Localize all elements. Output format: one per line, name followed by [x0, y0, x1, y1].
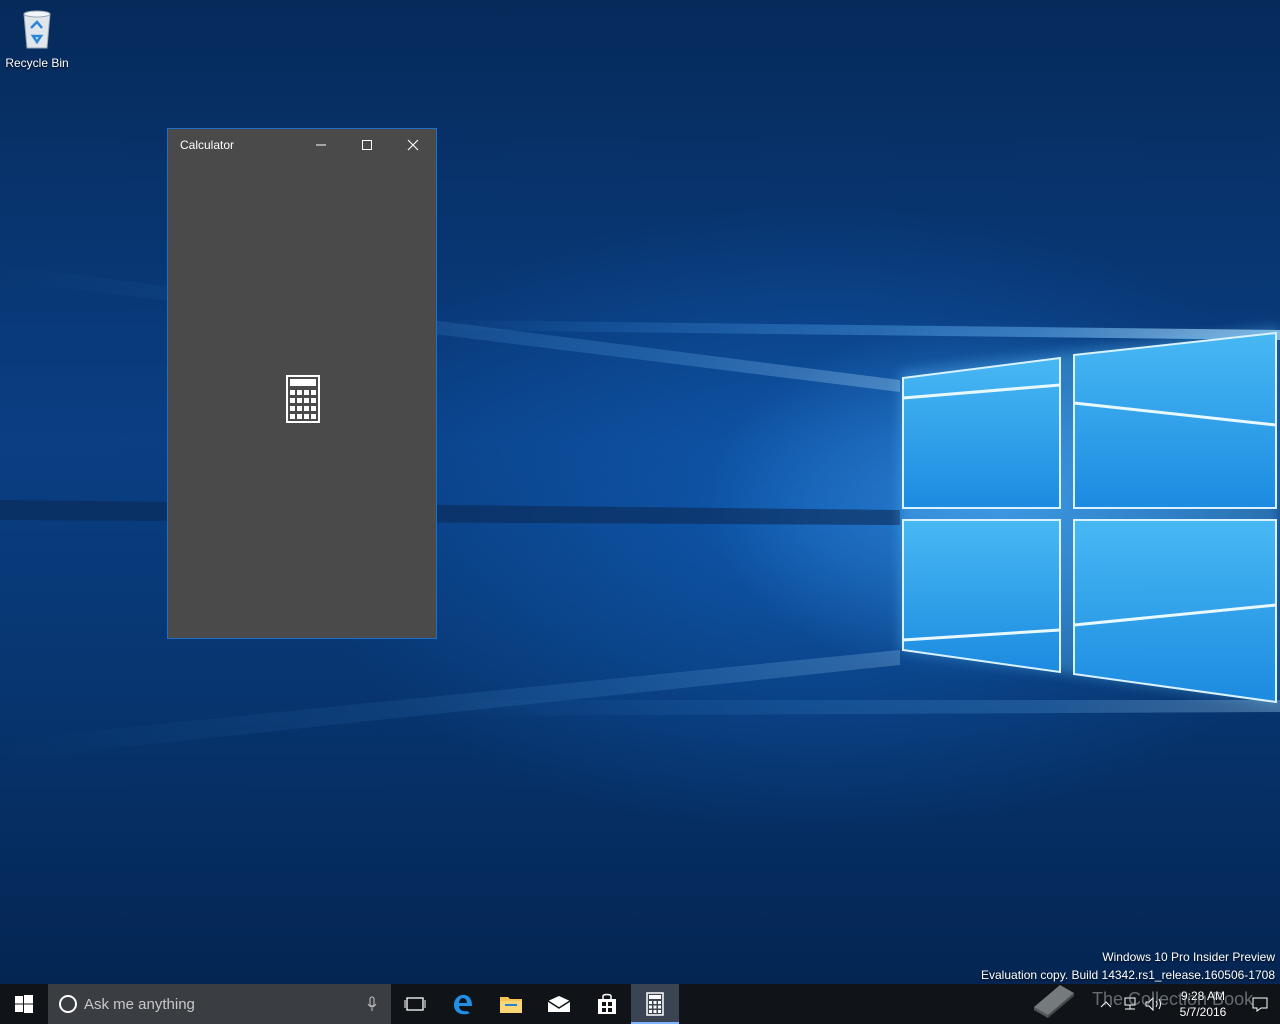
system-tray: 9:28 AM 5/7/2016: [1094, 984, 1280, 1024]
taskbar: Ask me anything 9:28 AM 5/7/2016: [0, 984, 1280, 1024]
clock-time: 9:28 AM: [1180, 989, 1226, 1003]
chevron-up-icon: [1100, 1001, 1112, 1008]
volume-icon: [1145, 997, 1161, 1011]
calculator-icon: [286, 375, 320, 423]
folder-icon: [500, 997, 522, 1013]
taskbar-app-calculator[interactable]: [631, 984, 679, 1024]
taskbar-app-edge[interactable]: [439, 984, 487, 1024]
windows-logo-icon: [15, 995, 33, 1013]
taskbar-clock[interactable]: 9:28 AM 5/7/2016: [1166, 988, 1240, 1020]
taskbar-app-file-explorer[interactable]: [487, 984, 535, 1024]
desktop-icon-recycle-bin[interactable]: Recycle Bin: [4, 6, 70, 76]
microphone-icon[interactable]: [353, 996, 391, 1012]
cortana-search-box[interactable]: Ask me anything: [48, 984, 391, 1024]
calculator-window[interactable]: Calculator: [167, 128, 437, 639]
mail-icon: [547, 996, 571, 1012]
taskbar-app-store[interactable]: [583, 984, 631, 1024]
desktop: Recycle Bin Calculator Windows 10 Pro In…: [0, 0, 1280, 984]
cortana-icon: [59, 995, 77, 1013]
calculator-icon: [646, 992, 664, 1016]
network-button[interactable]: [1118, 997, 1142, 1011]
taskbar-app-mail[interactable]: [535, 984, 583, 1024]
recycle-bin-label: Recycle Bin: [5, 56, 69, 70]
clock-date: 5/7/2016: [1179, 1005, 1227, 1019]
task-view-icon: [404, 997, 426, 1011]
close-icon: [407, 139, 419, 150]
store-icon: [598, 993, 616, 1014]
edge-icon: [454, 994, 472, 1015]
network-icon: [1124, 997, 1136, 1010]
close-button[interactable]: [390, 129, 436, 160]
recycle-bin-icon: [17, 6, 57, 50]
task-view-button[interactable]: [391, 984, 439, 1024]
start-button[interactable]: [0, 984, 48, 1024]
notification-icon: [1252, 997, 1268, 1012]
build-watermark: Windows 10 Pro Insider Preview Evaluatio…: [981, 948, 1275, 984]
volume-button[interactable]: [1142, 997, 1166, 1011]
action-center-button[interactable]: [1240, 996, 1280, 1012]
search-placeholder: Ask me anything: [84, 995, 195, 1013]
watermark-edition: Windows 10 Pro Insider Preview: [1102, 950, 1275, 964]
window-titlebar[interactable]: Calculator: [168, 129, 436, 160]
minimize-icon: [316, 144, 326, 145]
maximize-icon: [362, 139, 372, 150]
maximize-button[interactable]: [344, 129, 390, 160]
minimize-button[interactable]: [298, 129, 344, 160]
show-hidden-icons-button[interactable]: [1094, 1000, 1118, 1008]
window-title: Calculator: [180, 137, 235, 152]
watermark-build: Evaluation copy. Build 14342.rs1_release…: [981, 968, 1275, 982]
